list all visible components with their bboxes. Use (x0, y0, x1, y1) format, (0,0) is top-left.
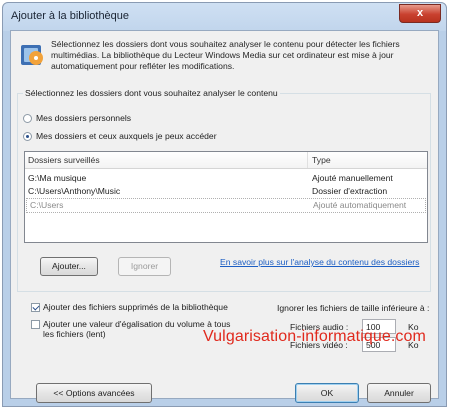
folder-path: C:\Users\Anthony\Music (28, 186, 121, 196)
folder-path: C:\Users (30, 200, 64, 210)
radio-label: Mes dossiers et ceux auxquels je peux ac… (36, 131, 217, 141)
ignore-button[interactable]: Ignorer (118, 257, 171, 276)
watermark-text: Vulgarisation-informatique.com (203, 328, 426, 345)
column-header-type[interactable]: Type (312, 155, 331, 165)
add-deleted-files-option[interactable]: Ajouter des fichiers supprimés de la bib… (31, 302, 261, 312)
column-divider[interactable] (307, 152, 308, 168)
checkbox-icon[interactable] (31, 320, 40, 329)
radio-all-folders[interactable]: Mes dossiers et ceux auxquels je peux ac… (23, 131, 217, 141)
folder-selection-group: Sélectionnez les dossiers dont vous souh… (17, 88, 431, 292)
learn-more-link[interactable]: En savoir plus sur l'analyse du contenu … (220, 257, 419, 267)
cancel-button[interactable]: Annuler (367, 383, 431, 403)
checkbox-label: Ajouter des fichiers supprimés de la bib… (43, 302, 228, 312)
list-item[interactable]: C:\Users\Anthony\Music Dossier d'extract… (25, 185, 427, 198)
radio-icon[interactable] (23, 113, 32, 123)
watched-folders-list[interactable]: Dossiers surveillés Type G:\Ma musique A… (24, 151, 428, 243)
checkbox-checked-icon[interactable] (31, 303, 40, 312)
radio-personal-folders[interactable]: Mes dossiers personnels (23, 113, 131, 123)
ok-button[interactable]: OK (295, 383, 359, 403)
folder-type: Ajouté manuellement (312, 173, 393, 183)
folder-type: Ajouté automatiquement (313, 200, 407, 210)
list-item[interactable]: C:\Users Ajouté automatiquement (26, 198, 426, 213)
radio-checked-icon[interactable] (23, 131, 32, 141)
column-header-folders[interactable]: Dossiers surveillés (28, 155, 100, 165)
add-button[interactable]: Ajouter... (40, 257, 98, 276)
dialog-title: Ajouter à la bibliothèque (11, 10, 130, 22)
group-label: Sélectionnez les dossiers dont vous souh… (23, 88, 280, 98)
close-icon: x (416, 7, 424, 19)
title-bar[interactable]: Ajouter à la bibliothèque x (3, 3, 446, 29)
intro-text: Sélectionnez les dossiers dont vous souh… (51, 39, 400, 71)
list-header: Dossiers surveillés Type (25, 152, 427, 169)
ignore-small-files-label: Ignorer les fichiers de taille inférieur… (277, 303, 430, 313)
advanced-options-button[interactable]: << Options avancées (36, 383, 152, 403)
list-item[interactable]: G:\Ma musique Ajouté manuellement (25, 172, 427, 185)
radio-label: Mes dossiers personnels (36, 113, 132, 123)
media-library-icon (21, 45, 43, 65)
folder-path: G:\Ma musique (28, 173, 87, 183)
folder-type: Dossier d'extraction (312, 186, 388, 196)
dialog-window: Ajouter à la bibliothèque x Sélectionnez… (2, 2, 447, 407)
close-button[interactable]: x (399, 4, 441, 23)
